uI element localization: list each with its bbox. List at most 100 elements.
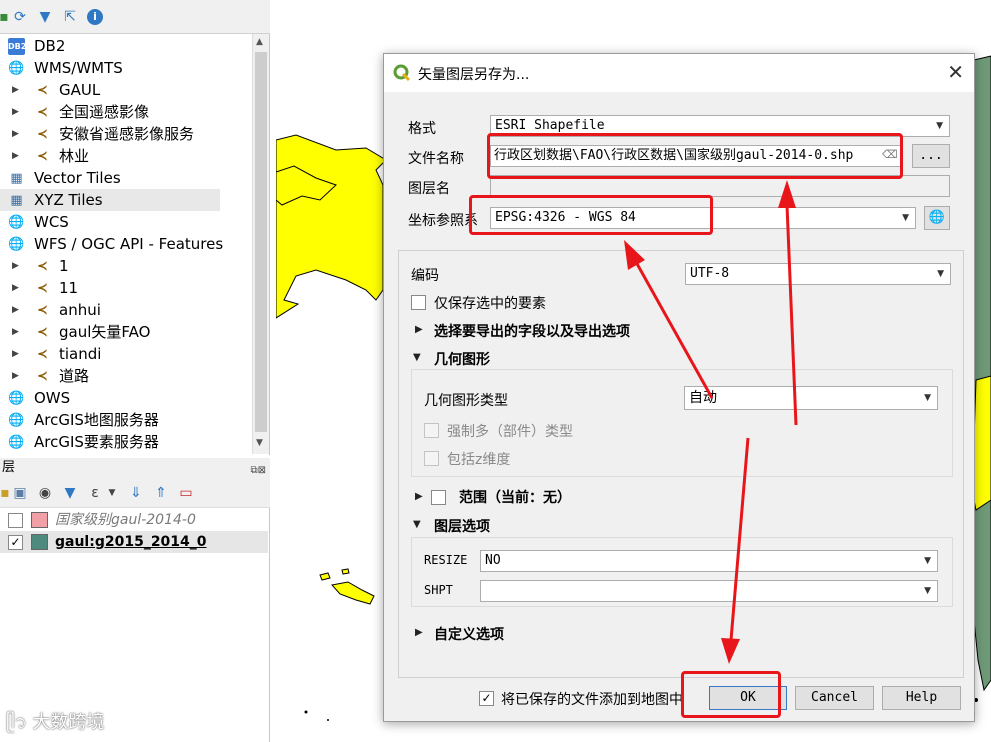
layer-row[interactable]: 国家级别gaul-2014-0 <box>0 509 268 531</box>
add-icon[interactable]: ▪ <box>0 9 12 25</box>
geometry-section-header[interactable]: 几何图形 <box>434 349 490 369</box>
expand-arrow-icon[interactable]: ▶ <box>12 299 19 321</box>
tree-item[interactable]: ▶ ≺ 道路 <box>0 365 252 387</box>
info-icon[interactable]: i <box>87 9 103 25</box>
collapse-arrow-icon[interactable]: ▼ <box>413 519 421 530</box>
tree-item[interactable]: ▶ ≺ tiandi <box>0 343 252 365</box>
refresh-icon[interactable]: ⟳ <box>12 9 28 25</box>
collapse-all-icon[interactable]: ⇑ <box>153 485 169 501</box>
tree-item-label: anhui <box>59 301 101 319</box>
collapse-all-icon[interactable]: ⇱ <box>62 9 78 25</box>
tree-item[interactable]: ▶ ≺ 全国遥感影像 <box>0 101 252 123</box>
expression-filter-icon[interactable]: ε <box>87 485 103 501</box>
remove-layer-icon[interactable]: ▭ <box>178 485 194 501</box>
selected-only-label: 仅保存选中的要素 <box>434 296 546 312</box>
extent-checkbox[interactable] <box>431 490 446 505</box>
browser-tree: DB2 DB2 🌐 WMS/WMTS ▶ ≺ GAUL ▶ ≺ 全国遥感影像 ▶… <box>0 34 252 454</box>
tree-item-label: ArcGIS要素服务器 <box>34 433 159 451</box>
tree-item[interactable]: 🌐 OWS <box>0 387 252 409</box>
expand-arrow-icon[interactable]: ▶ <box>12 101 19 123</box>
tree-item[interactable]: ▶ ≺ anhui <box>0 299 252 321</box>
close-icon[interactable]: ✕ <box>947 60 964 84</box>
browse-button[interactable]: ... <box>912 144 950 168</box>
tree-item[interactable]: 🌐 ArcGIS地图服务器 <box>0 409 252 431</box>
tree-item[interactable]: ▶ ≺ 安徽省遥感影像服务 <box>0 123 252 145</box>
layer-name: 国家级别gaul-2014-0 <box>55 512 196 528</box>
tree-item[interactable]: 🌐 WFS / OGC API - Features <box>0 233 252 255</box>
tree-item-label: 全国遥感影像 <box>59 103 150 121</box>
visibility-icon[interactable]: ◉ <box>37 485 53 501</box>
filter-icon[interactable]: ▼ <box>62 485 78 501</box>
tree-item[interactable]: 🌐 WCS <box>0 211 252 233</box>
island-dot <box>304 710 308 714</box>
layer-visibility-checkbox[interactable] <box>8 513 23 528</box>
grid-icon: ▦ <box>10 193 23 208</box>
watermark-logo-icon: ᥫ᭡ <box>6 712 33 733</box>
scroll-up-icon[interactable]: ▲ <box>256 37 263 47</box>
tree-item-label: WFS / OGC API - Features <box>34 235 224 253</box>
tree-item[interactable]: 🌐 WMS/WMTS <box>0 57 252 79</box>
tree-item-label: Vector Tiles <box>34 169 121 187</box>
tree-item[interactable]: 🌐 ArcGIS要素服务器 <box>0 431 252 453</box>
tree-item-label: GAUL <box>59 81 101 99</box>
chevron-down-icon: ▼ <box>902 213 909 223</box>
add-to-map-checkbox[interactable]: ✓ <box>479 691 494 706</box>
add-group-icon[interactable]: ▣ <box>12 485 28 501</box>
tree-item[interactable]: ▶ ≺ gaul矢量FAO <box>0 321 252 343</box>
include-z-checkbox[interactable] <box>424 451 439 466</box>
extent-section-header[interactable]: 范围（当前：无） <box>459 487 571 507</box>
layers-panel: 层 ⧉⊠ ▪ ▣ ◉ ▼ ε ▼ ⇓ ⇑ ▭ 国家级别gaul-2014-0 ✓… <box>0 458 270 742</box>
island-shape <box>319 572 331 581</box>
expand-arrow-icon[interactable]: ▶ <box>415 491 423 502</box>
expand-arrow-icon[interactable]: ▶ <box>12 145 19 167</box>
expand-arrow-icon[interactable]: ▶ <box>12 365 19 387</box>
tree-item[interactable]: DB2 DB2 <box>0 35 252 57</box>
expand-arrow-icon[interactable]: ▶ <box>12 277 19 299</box>
fields-section-header[interactable]: 选择要导出的字段以及导出选项 <box>434 321 630 341</box>
globe-icon: 🌐 <box>8 413 25 428</box>
collapse-arrow-icon[interactable]: ▼ <box>413 352 421 363</box>
expand-arrow-icon[interactable]: ▶ <box>415 324 423 335</box>
tree-item[interactable]: ▦ Vector Tiles <box>0 167 252 189</box>
encoding-label: 编码 <box>411 268 439 284</box>
expand-arrow-icon[interactable]: ▶ <box>12 255 19 277</box>
expand-all-icon[interactable]: ⇓ <box>128 485 144 501</box>
scrollbar-thumb[interactable] <box>255 52 267 432</box>
cancel-button-label: Cancel <box>811 690 858 705</box>
cancel-button[interactable]: Cancel <box>795 686 874 710</box>
browser-scrollbar[interactable]: ▲ ▼ <box>252 34 269 454</box>
tree-item[interactable]: ▶ ≺ 11 <box>0 277 252 299</box>
filename-label: 文件名称 <box>408 151 464 167</box>
filter-icon[interactable]: ▼ <box>37 9 53 25</box>
resize-select[interactable]: NO ▼ <box>480 550 938 572</box>
tree-item[interactable]: ▶ ≺ 林业 <box>0 145 252 167</box>
tree-item[interactable]: ▦ XYZ Tiles <box>0 189 220 211</box>
expand-arrow-icon[interactable]: ▶ <box>12 79 19 101</box>
watermark: ᥫ᭡ 大数跨境 <box>6 708 105 742</box>
force-multi-label: 强制多（部件）类型 <box>447 424 573 440</box>
expand-arrow-icon[interactable]: ▶ <box>12 123 19 145</box>
custom-options-section-header[interactable]: 自定义选项 <box>434 624 504 644</box>
tree-item-label: ArcGIS地图服务器 <box>34 411 159 429</box>
layer-options-section-header[interactable]: 图层选项 <box>434 516 490 536</box>
shpt-select[interactable]: ▼ <box>480 580 938 602</box>
chevron-down-icon[interactable]: ▼ <box>104 485 120 501</box>
tree-item[interactable]: ▶ ≺ 1 <box>0 255 252 277</box>
selected-only-checkbox[interactable] <box>411 295 426 310</box>
help-button[interactable]: Help <box>882 686 961 710</box>
encoding-select[interactable]: UTF-8 ▼ <box>685 263 951 285</box>
watermark-text: 大数跨境 <box>32 712 105 733</box>
scroll-down-icon[interactable]: ▼ <box>256 438 263 448</box>
expand-arrow-icon[interactable]: ▶ <box>12 321 19 343</box>
db2-icon: DB2 <box>8 38 26 55</box>
layer-color-swatch <box>31 512 48 528</box>
expand-arrow-icon[interactable]: ▶ <box>12 343 19 365</box>
force-multi-checkbox[interactable] <box>424 423 439 438</box>
expand-arrow-icon[interactable]: ▶ <box>415 627 423 638</box>
tree-item[interactable]: ▶ ≺ GAUL <box>0 79 252 101</box>
geometry-type-label: 几何图形类型 <box>424 393 508 409</box>
layer-row[interactable]: ✓ gaul:g2015_2014_0 <box>0 531 268 553</box>
crs-selector-button[interactable]: 🌐 <box>924 206 950 230</box>
layer-visibility-checkbox[interactable]: ✓ <box>8 535 23 550</box>
geometry-type-select[interactable]: 自动 ▼ <box>684 386 938 410</box>
